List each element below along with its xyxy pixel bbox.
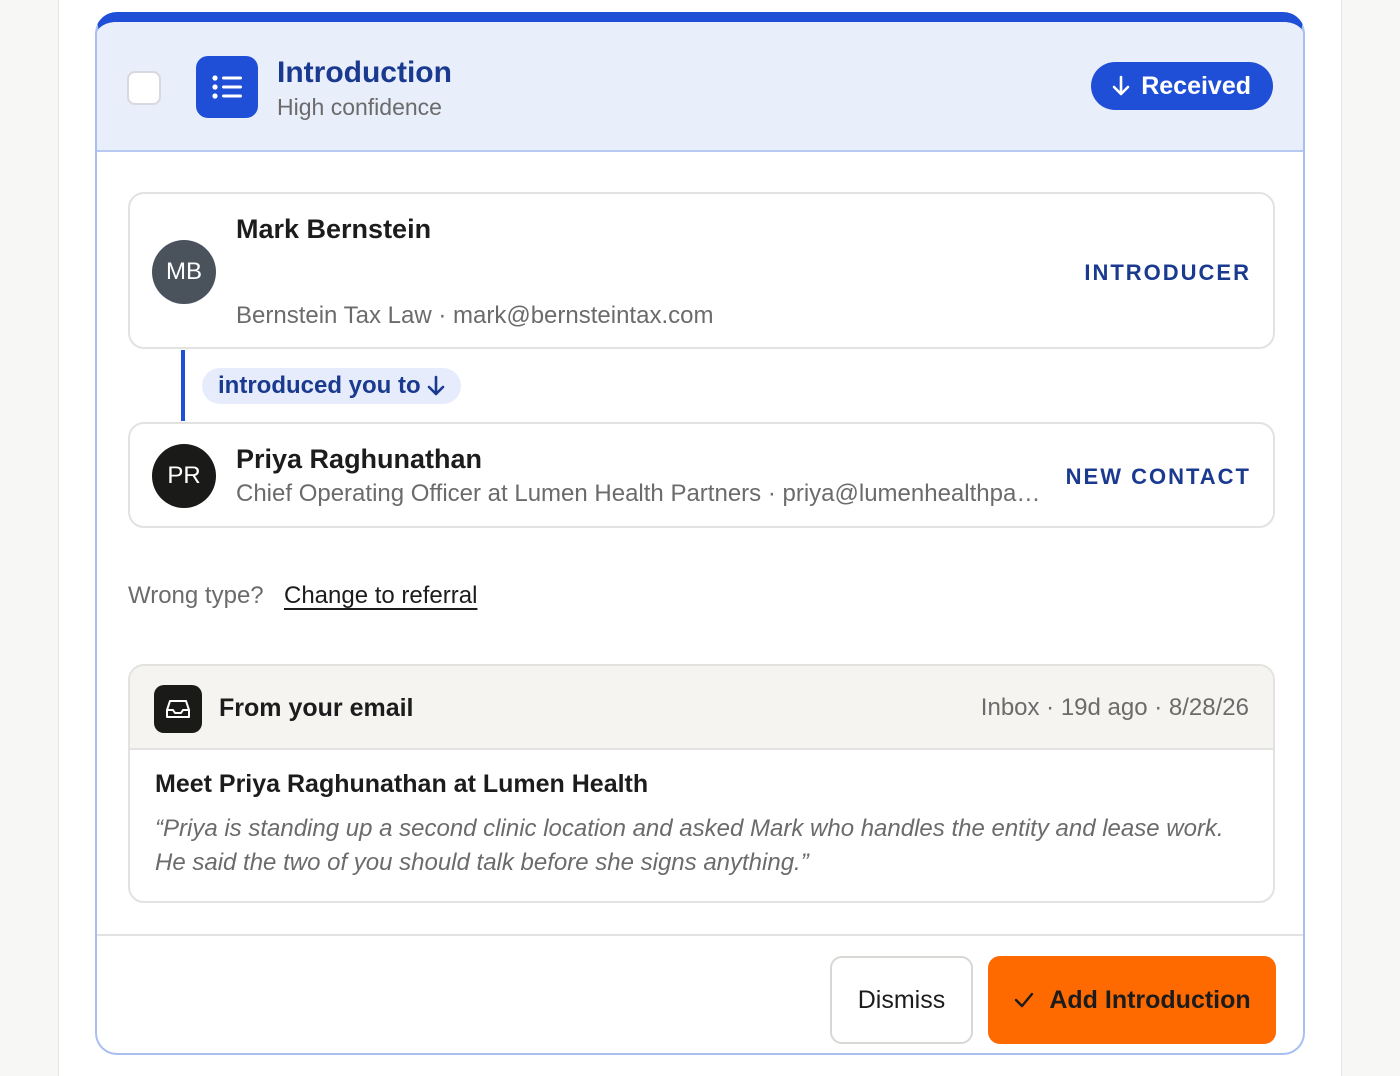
check-icon xyxy=(1015,992,1034,1008)
card-header: Introduction High confidence Received xyxy=(97,22,1303,152)
wrong-type-prompt: Wrong type? xyxy=(128,582,264,609)
email-source-box: From your email Inbox · 19d ago · 8/28/2… xyxy=(128,664,1275,903)
dismiss-button[interactable]: Dismiss xyxy=(830,956,973,1044)
add-introduction-button[interactable]: Add Introduction xyxy=(988,956,1276,1044)
email-quote: “Priya is standing up a second clinic lo… xyxy=(155,815,1224,876)
avatar: MB xyxy=(152,240,216,304)
connector-text: introduced you to xyxy=(218,372,421,399)
avatar: PR xyxy=(152,444,216,508)
select-checkbox[interactable] xyxy=(127,71,161,105)
email-subject: Meet Priya Raghunathan at Lumen Health xyxy=(155,770,649,798)
connector-label: introduced you to xyxy=(202,368,461,404)
email-header: From your email Inbox · 19d ago · 8/28/2… xyxy=(130,666,1273,750)
status-badge: Received xyxy=(1091,62,1273,110)
introduction-card: Introduction High confidence Received MB… xyxy=(95,12,1305,1055)
role-badge: INTRODUCER xyxy=(1084,260,1251,285)
arrow-down-icon xyxy=(427,375,444,396)
add-introduction-label: Add Introduction xyxy=(1049,985,1251,1014)
contact-name: Priya Raghunathan xyxy=(236,444,483,474)
introducer-detail: Bernstein Tax Law · mark@bernsteintax.co… xyxy=(236,302,714,329)
contact-card[interactable]: PR Priya Raghunathan Chief Operating Off… xyxy=(128,422,1275,528)
email-meta: Inbox · 19d ago · 8/28/26 xyxy=(980,694,1249,721)
list-icon xyxy=(196,56,258,118)
footer-divider xyxy=(97,934,1303,936)
contact-detail: Chief Operating Officer at Lumen Health … xyxy=(236,480,1048,507)
card-title: Introduction xyxy=(277,56,452,89)
arrow-down-icon xyxy=(1112,75,1130,96)
inbox-icon xyxy=(154,685,202,733)
introducer-card[interactable]: MB Mark Bernstein Bernstein Tax Law · ma… xyxy=(128,192,1275,349)
change-to-referral-link[interactable]: Change to referral xyxy=(284,582,477,610)
connector-line xyxy=(181,350,185,421)
role-badge: NEW CONTACT xyxy=(1065,464,1251,489)
status-label: Received xyxy=(1141,71,1251,100)
introducer-name: Mark Bernstein xyxy=(236,214,432,244)
email-source-label: From your email xyxy=(219,694,414,722)
confidence-label: High confidence xyxy=(277,94,442,120)
